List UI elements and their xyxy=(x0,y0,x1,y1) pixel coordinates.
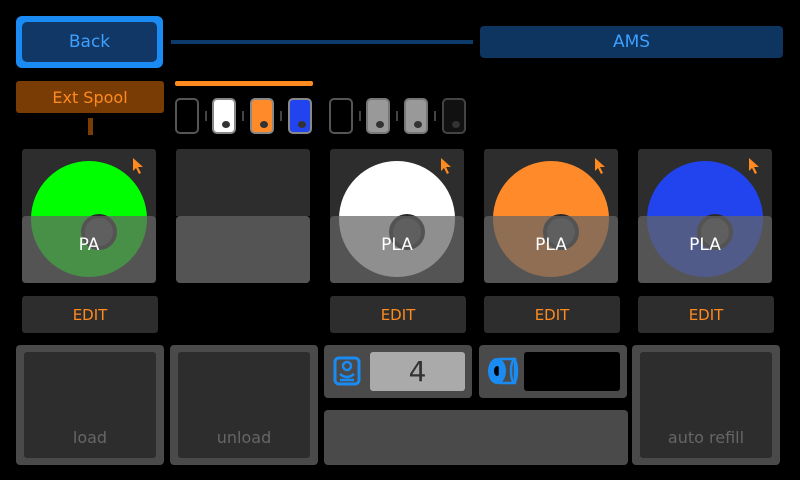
mini-slot-5 xyxy=(329,98,353,134)
spool-icon xyxy=(488,357,519,385)
mini-slot-7 xyxy=(404,98,428,134)
mini-separator xyxy=(359,111,361,121)
back-button[interactable]: Back xyxy=(16,16,163,68)
mini-slot-4 xyxy=(288,98,312,134)
mini-slot-dot xyxy=(260,121,268,128)
mini-separator xyxy=(280,111,282,121)
cursor-arrow-icon xyxy=(749,158,759,174)
tray-card-2-overlay xyxy=(176,216,310,283)
edit-button-tray-3[interactable]: EDIT xyxy=(330,296,466,333)
ams-settings-button[interactable] xyxy=(324,410,628,465)
tray-card-3[interactable]: PLA xyxy=(330,149,464,283)
mini-slot-dot xyxy=(414,121,422,128)
auto-refill-button[interactable]: auto refill xyxy=(632,345,780,465)
active-ams-indicator xyxy=(175,81,313,86)
nozzle-value: 4 xyxy=(370,352,465,391)
mini-separator xyxy=(205,111,207,121)
nozzle-icon xyxy=(333,356,361,386)
mini-slot-1 xyxy=(175,98,199,134)
tray-card-2-empty[interactable] xyxy=(176,149,310,216)
mini-separator xyxy=(396,111,398,121)
mini-slot-6 xyxy=(366,98,390,134)
mini-slot-dot xyxy=(298,121,306,128)
edit-button-tray-1[interactable]: EDIT xyxy=(22,296,158,333)
cursor-arrow-icon xyxy=(441,158,451,174)
mini-slot-dot xyxy=(376,121,384,128)
back-button-label: Back xyxy=(22,22,157,62)
edit-button-tray-4[interactable]: EDIT xyxy=(484,296,620,333)
tray-material-label: PLA xyxy=(484,216,618,283)
tray-material-label: PLA xyxy=(638,216,772,283)
mini-slot-8 xyxy=(442,98,466,134)
mini-separator xyxy=(242,111,244,121)
tray-material-label: PA xyxy=(22,216,156,283)
load-button[interactable]: load xyxy=(16,345,164,465)
tray-card-5[interactable]: PLA xyxy=(638,149,772,283)
edit-button-tray-5[interactable]: EDIT xyxy=(638,296,774,333)
ext-spool-connector xyxy=(88,118,93,135)
mini-slot-dot xyxy=(222,121,230,128)
spool-status-panel[interactable] xyxy=(479,345,627,398)
mini-slot-2 xyxy=(212,98,236,134)
cursor-arrow-icon xyxy=(133,158,143,174)
auto-refill-button-label: auto refill xyxy=(640,352,772,458)
ams-button[interactable]: AMS xyxy=(480,26,783,58)
nozzle-panel[interactable]: 4 xyxy=(324,345,472,398)
unload-button-label: unload xyxy=(178,352,310,458)
unload-button[interactable]: unload xyxy=(170,345,318,465)
load-button-label: load xyxy=(24,352,156,458)
mini-separator xyxy=(434,111,436,121)
tray-card-1[interactable]: PA xyxy=(22,149,156,283)
ext-spool-button[interactable]: Ext Spool xyxy=(16,81,164,113)
cursor-arrow-icon xyxy=(595,158,605,174)
header-divider xyxy=(171,40,473,44)
spool-status-value xyxy=(524,352,620,391)
mini-slot-3 xyxy=(250,98,274,134)
tray-card-4[interactable]: PLA xyxy=(484,149,618,283)
mini-slot-dot xyxy=(452,121,460,128)
tray-material-label: PLA xyxy=(330,216,464,283)
